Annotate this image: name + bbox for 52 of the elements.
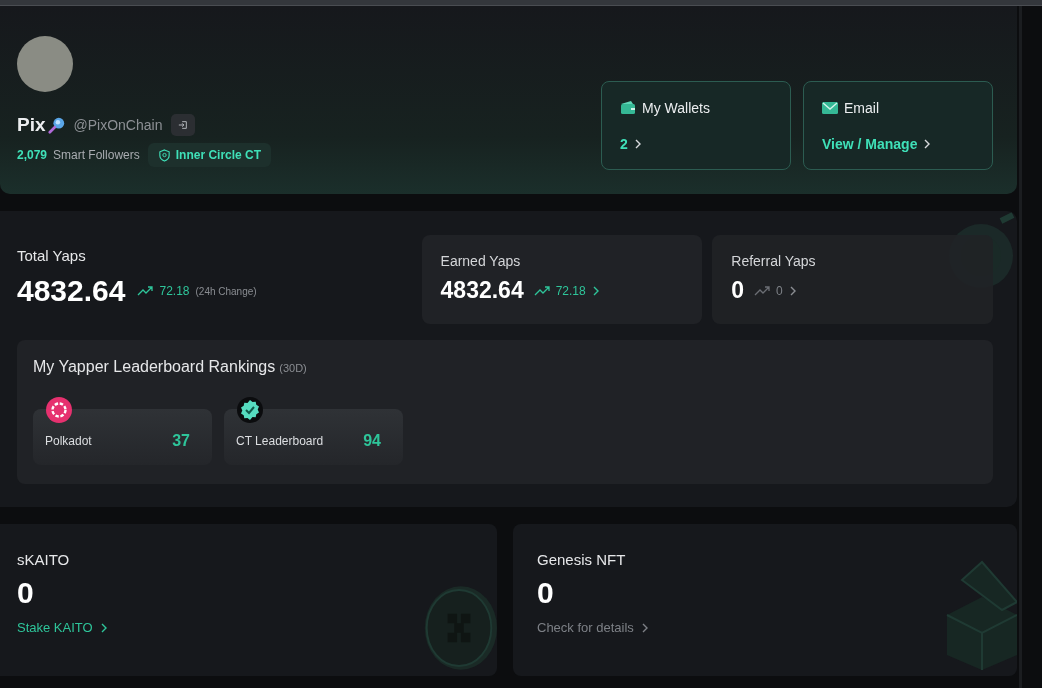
chevron-right-icon [633, 139, 642, 149]
asset-link[interactable]: Check for details [537, 620, 649, 635]
leaderboard-name: CT Leaderboard [236, 434, 324, 448]
inner-circle-badge: Inner Circle CT [147, 143, 272, 167]
yaps-change: 72.18 [159, 284, 190, 298]
avatar-photo-placeholder [17, 36, 73, 92]
dotted-ring-icon [46, 397, 72, 423]
magnifier-icon [47, 116, 66, 134]
followers-label: Smart Followers [53, 148, 140, 162]
total-yaps-label: Total Yaps [17, 247, 87, 264]
verified-badge-icon [237, 397, 263, 423]
envelope-icon [822, 102, 838, 114]
logout-button[interactable] [171, 114, 196, 136]
asset-title: Genesis NFT [537, 551, 627, 568]
user-name: Pix [17, 114, 46, 136]
rankings-title: My Yapper Leaderboard Rankings [33, 358, 276, 376]
change-period-note: (24h Change) [195, 285, 257, 297]
ranking-card[interactable]: Polkadot 37 [33, 409, 212, 465]
leaderboard-name: Polkadot [45, 434, 92, 448]
card-title: My Wallets [642, 100, 710, 116]
user-handle: @PixOnChain [73, 117, 163, 133]
ranking-card[interactable]: CT Leaderboard 94 [224, 409, 403, 465]
yaps-label: Referral Yaps [731, 253, 817, 269]
rank-number: 37 [172, 432, 190, 450]
account-card[interactable]: My Wallets 2 [601, 81, 791, 170]
card-value: View / Manage [822, 136, 918, 152]
rankings-period: (30D) [279, 362, 307, 374]
trend-up-icon [754, 285, 771, 296]
wallet-icon [620, 101, 636, 115]
yaps-value: 0 [731, 277, 745, 304]
sign-in-icon [178, 120, 189, 130]
asset-value: 0 [537, 576, 555, 610]
total-yaps-value: 4832.64 [17, 274, 126, 308]
rank-number: 94 [363, 432, 381, 450]
asset-value: 0 [17, 576, 35, 610]
chevron-right-icon [640, 622, 649, 633]
card-title: Email [844, 100, 879, 116]
yaps-change: 0 [776, 283, 783, 298]
chevron-right-icon[interactable] [591, 285, 600, 296]
chevron-right-icon [923, 139, 932, 149]
asset-link[interactable]: Stake KAITO [17, 620, 108, 635]
yaps-value: 4832.64 [440, 277, 524, 304]
chevron-right-icon[interactable] [788, 285, 797, 296]
card-value: 2 [620, 136, 628, 152]
yaps-label: Earned Yaps [440, 253, 522, 269]
chevron-right-icon [99, 622, 108, 633]
trend-up-icon [533, 285, 550, 296]
account-card[interactable]: Email View / Manage [803, 81, 993, 170]
followers-count: 2,079 [17, 148, 48, 162]
trend-up-icon [137, 286, 154, 296]
yaps-change: 72.18 [555, 283, 586, 298]
asset-title: sKAITO [17, 551, 71, 568]
